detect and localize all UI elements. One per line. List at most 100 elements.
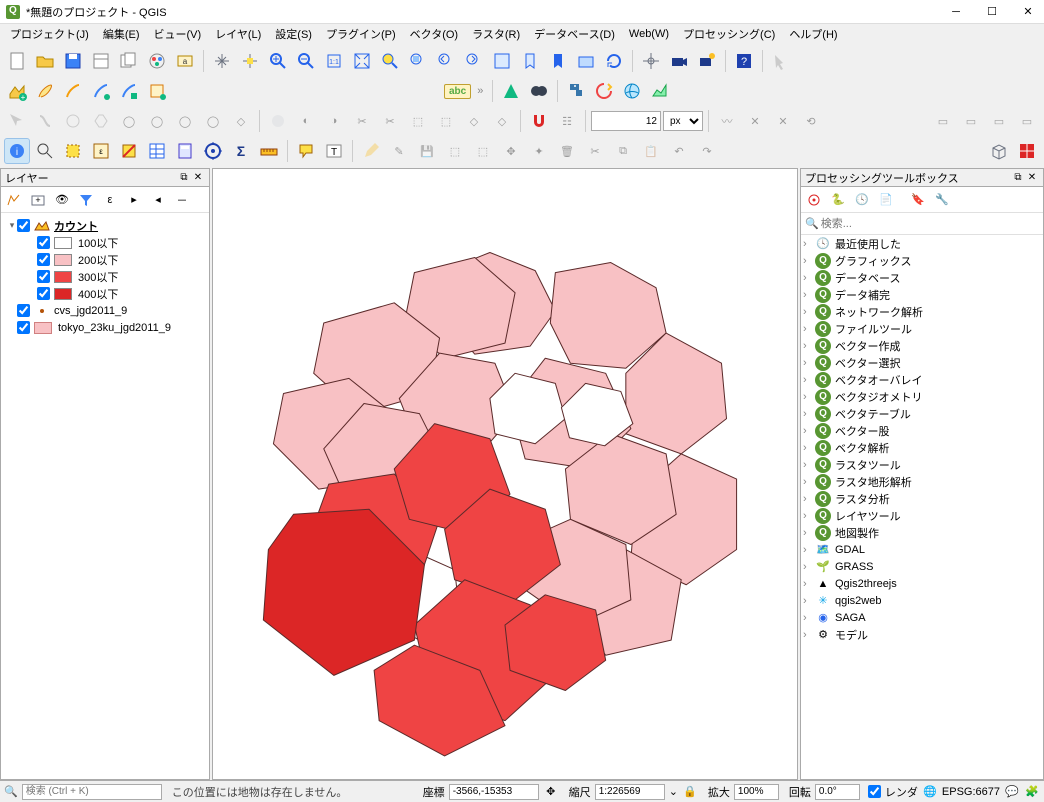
new-bookmark-button[interactable]	[517, 48, 543, 74]
processing-group[interactable]: ›Qデータ補完	[801, 286, 1043, 303]
processing-group[interactable]: ›🗺️GDAL	[801, 541, 1043, 558]
menu-help[interactable]: ヘルプ(H)	[783, 24, 843, 44]
legend-row[interactable]: 300以下	[3, 268, 207, 285]
menu-layer[interactable]: レイヤ(L)	[209, 24, 267, 44]
layers-collapse-button[interactable]: ◂	[147, 189, 169, 211]
label-a-button[interactable]: a	[172, 48, 198, 74]
processing-history-button[interactable]: 🕓	[851, 189, 873, 211]
processing-group[interactable]: ›◉SAGA	[801, 609, 1043, 626]
style-manager-button[interactable]	[144, 48, 170, 74]
menu-view[interactable]: ビュー(V)	[148, 24, 208, 44]
open-project-button[interactable]	[32, 48, 58, 74]
minimize-button[interactable]: ─	[946, 2, 966, 22]
python-button[interactable]	[563, 78, 589, 104]
processing-close-button[interactable]: ✕	[1025, 171, 1039, 185]
magnify-value[interactable]	[734, 784, 779, 800]
map-canvas[interactable]	[212, 168, 798, 780]
layers-style-button[interactable]	[3, 189, 25, 211]
spinbox-value[interactable]	[591, 111, 661, 131]
zoom-to-selection-button[interactable]	[377, 48, 403, 74]
processing-group[interactable]: ›Qレイヤツール	[801, 507, 1043, 524]
text-annotation-button[interactable]: T	[321, 138, 347, 164]
deselect-button[interactable]	[116, 138, 142, 164]
crs-label[interactable]: EPSG:6677	[942, 786, 1000, 798]
feather2-button[interactable]	[60, 78, 86, 104]
processing-group[interactable]: ›✳qgis2web	[801, 592, 1043, 609]
processing-group[interactable]: ›Qベクター作成	[801, 337, 1043, 354]
zoom-in-button[interactable]	[265, 48, 291, 74]
measure-button[interactable]	[256, 138, 282, 164]
pan-button[interactable]	[209, 48, 235, 74]
processing-group[interactable]: ›Qネットワーク解析	[801, 303, 1043, 320]
legend-checkbox[interactable]	[37, 253, 50, 266]
menu-project[interactable]: プロジェクト(J)	[4, 24, 95, 44]
processing-results-button[interactable]: 📄	[875, 189, 897, 211]
processing-group[interactable]: ›🌱GRASS	[801, 558, 1043, 575]
processing-group[interactable]: ›Qベクター選択	[801, 354, 1043, 371]
zoom-to-layer-button[interactable]	[405, 48, 431, 74]
spinbox-unit[interactable]: px	[663, 111, 703, 131]
layers-tree[interactable]: ▾ カウント 100以下 200以下 300以下 400以下 cvs_jgd20…	[1, 213, 209, 340]
processing-options-button[interactable]: 🔧	[931, 189, 953, 211]
processing-edit-button[interactable]: 🔖	[907, 189, 929, 211]
red-grid-button[interactable]	[1014, 138, 1040, 164]
processing-group[interactable]: ›Qベクタテーブル	[801, 405, 1043, 422]
help-button[interactable]: ?	[731, 48, 757, 74]
chart-button[interactable]	[647, 78, 673, 104]
menu-raster[interactable]: ラスタ(R)	[466, 24, 526, 44]
legend-checkbox[interactable]	[37, 270, 50, 283]
save-project-button[interactable]	[60, 48, 86, 74]
processing-group[interactable]: ›Qグラフィックス	[801, 252, 1043, 269]
scale-dropdown-icon[interactable]: ⌄	[669, 785, 678, 798]
close-button[interactable]: ✕	[1018, 2, 1038, 22]
processing-group[interactable]: ›Qベクタ解析	[801, 439, 1043, 456]
layers-expression-button[interactable]: ε	[99, 189, 121, 211]
sigma-button[interactable]: Σ	[228, 138, 254, 164]
messages-icon[interactable]: 💬	[1004, 784, 1020, 800]
arrows-cycle-button[interactable]	[591, 78, 617, 104]
globe-button[interactable]	[619, 78, 645, 104]
zoom-next-button[interactable]	[461, 48, 487, 74]
select-rect-button[interactable]	[60, 138, 86, 164]
field-calc-button[interactable]	[172, 138, 198, 164]
camera-button[interactable]	[666, 48, 692, 74]
select-expr-button[interactable]: ε	[88, 138, 114, 164]
crosshair-button[interactable]	[638, 48, 664, 74]
3d-cube-button[interactable]	[986, 138, 1012, 164]
processing-group[interactable]: ›Qラスタ地形解析	[801, 473, 1043, 490]
identify-dropdown-button[interactable]	[32, 138, 58, 164]
layers-undock-button[interactable]: ⧉	[177, 171, 191, 185]
layers-add-group-button[interactable]: +	[27, 189, 49, 211]
menu-settings[interactable]: 設定(S)	[269, 24, 318, 44]
coord-toggle-icon[interactable]: ✥	[543, 784, 559, 800]
processing-group[interactable]: ›Qベクタジオメトリ	[801, 388, 1043, 405]
legend-row[interactable]: 400以下	[3, 285, 207, 302]
zoom-full-button[interactable]	[349, 48, 375, 74]
processing-group[interactable]: ›Qラスタ分析	[801, 490, 1043, 507]
status-search-input[interactable]	[22, 784, 162, 800]
zoom-native-button[interactable]: 1:1	[321, 48, 347, 74]
maximize-button[interactable]: ☐	[982, 2, 1002, 22]
scene-button[interactable]	[573, 48, 599, 74]
layers-remove-button[interactable]: －	[171, 189, 193, 211]
green-triangle-button[interactable]	[498, 78, 524, 104]
identify-button[interactable]: i	[4, 138, 30, 164]
menu-web[interactable]: Web(W)	[623, 26, 675, 42]
zoom-out-button[interactable]	[293, 48, 319, 74]
processing-group[interactable]: ›▲Qgis2threejs	[801, 575, 1043, 592]
layers-expand-button[interactable]: ▸	[123, 189, 145, 211]
legend-checkbox[interactable]	[37, 236, 50, 249]
layers-visibility-button[interactable]: 👁	[51, 189, 73, 211]
scale-value[interactable]	[595, 784, 665, 800]
layers-close-button[interactable]: ✕	[191, 171, 205, 185]
layer-cvs-checkbox[interactable]	[17, 304, 30, 317]
layer-tokyo-checkbox[interactable]	[17, 321, 30, 334]
legend-checkbox[interactable]	[37, 287, 50, 300]
menu-database[interactable]: データベース(D)	[528, 24, 621, 44]
legend-row[interactable]: 200以下	[3, 251, 207, 268]
attribute-table-button[interactable]	[144, 138, 170, 164]
layer-cvs[interactable]: cvs_jgd2011_9	[3, 302, 207, 319]
feather3-button[interactable]	[88, 78, 114, 104]
processing-group[interactable]: ›Q地図製作	[801, 524, 1043, 541]
feather-button[interactable]	[32, 78, 58, 104]
